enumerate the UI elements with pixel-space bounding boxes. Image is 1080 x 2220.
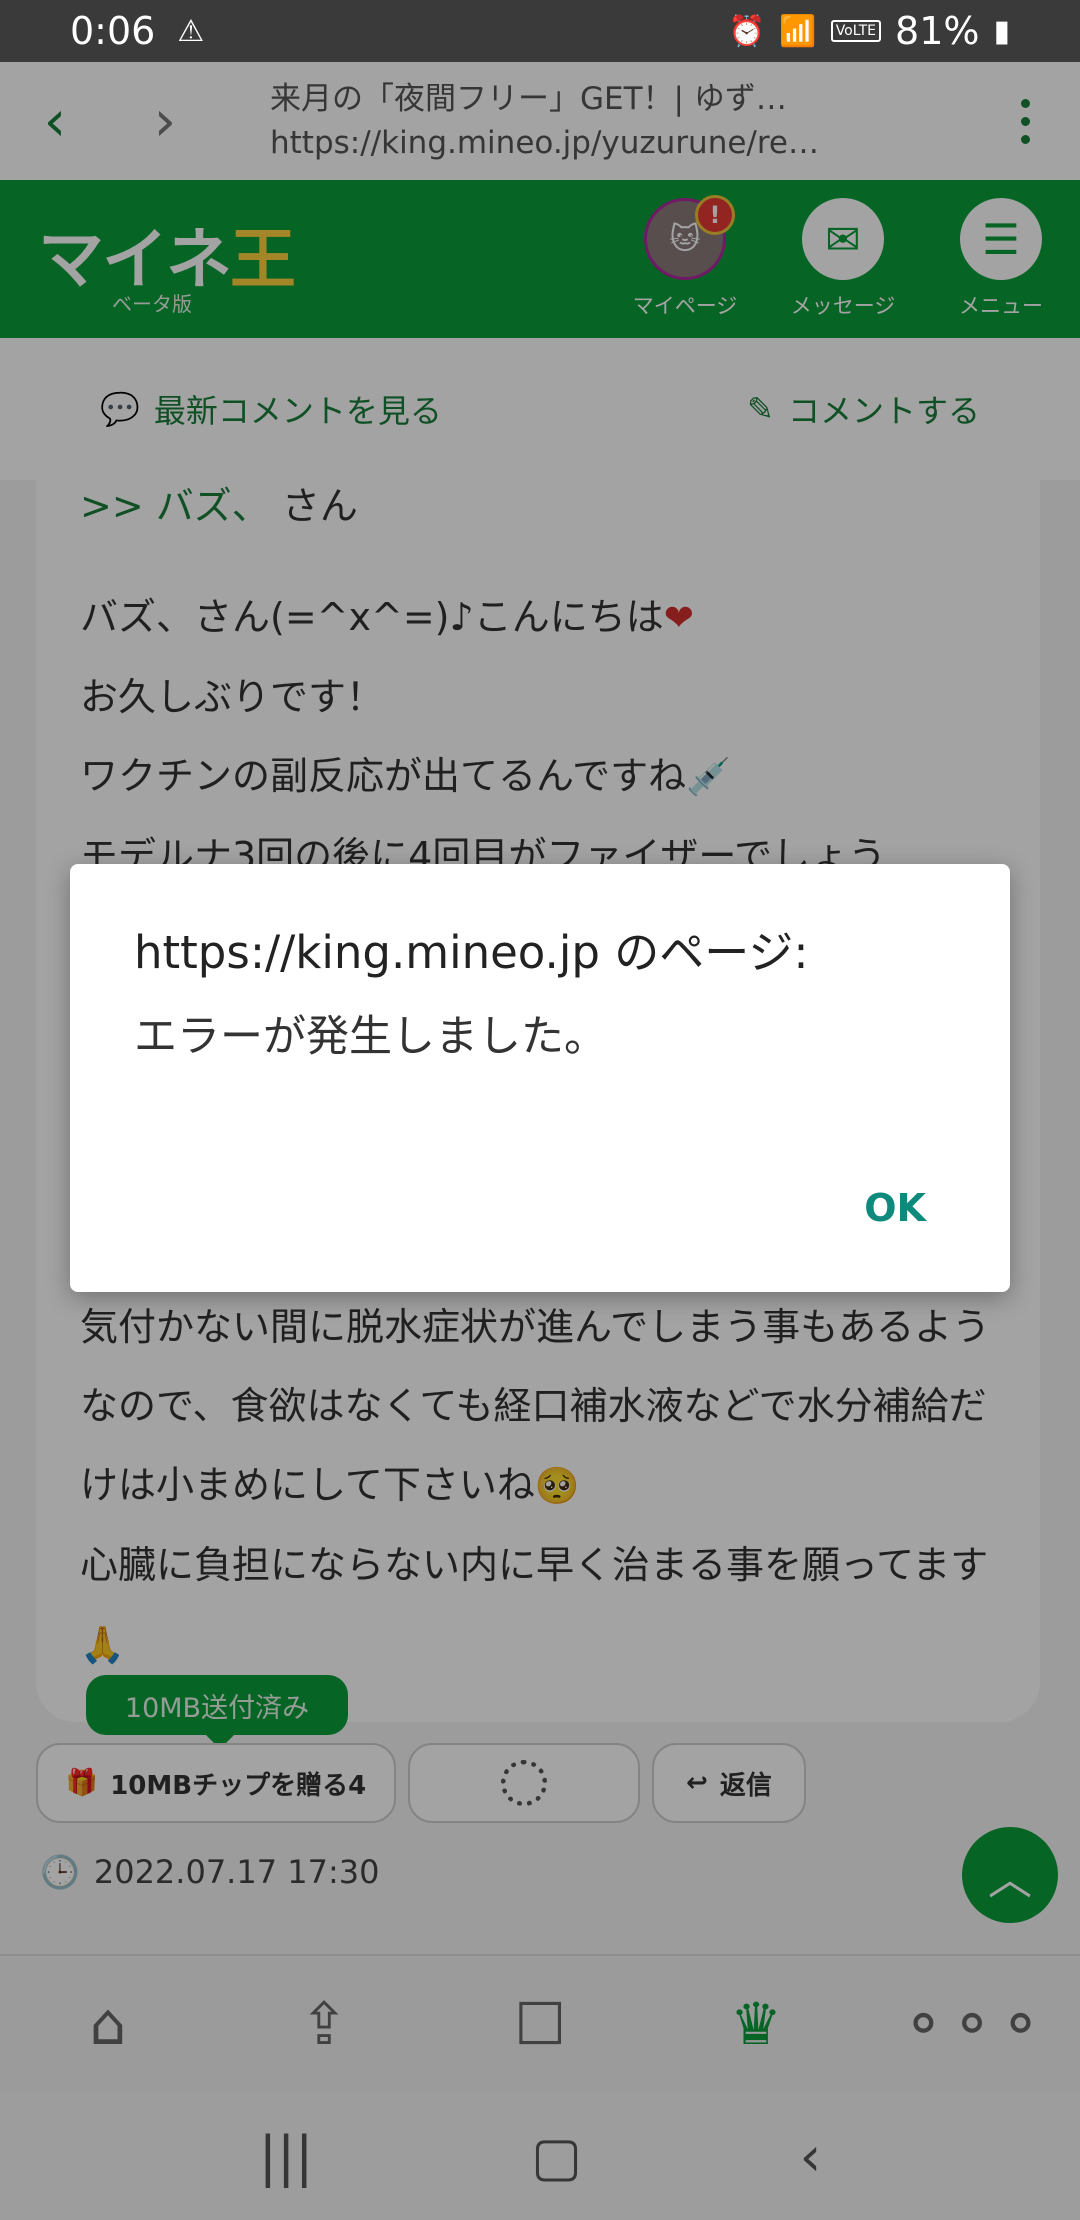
ok-button[interactable]: OK <box>864 1186 926 1230</box>
dialog-title: https://king.mineo.jp のページ: <box>134 926 809 979</box>
dialog-message: エラーが発生しました。 <box>134 1012 607 1062</box>
battery-icon: ▮ <box>993 13 1010 49</box>
alarm-icon: ⏰ <box>727 13 766 49</box>
error-dialog: https://king.mineo.jp のページ: エラーが発生しました。 … <box>70 864 1010 1292</box>
battery-percent: 81% <box>895 9 980 53</box>
wifi-icon: 📶 <box>779 13 817 49</box>
volte-icon: VoLTE <box>830 20 882 42</box>
status-time: 0:06 <box>70 9 156 53</box>
warning-icon: ⚠ <box>177 13 205 49</box>
status-bar: 0:06 ⚠ ⏰ 📶 VoLTE 81% ▮ <box>0 0 1080 62</box>
